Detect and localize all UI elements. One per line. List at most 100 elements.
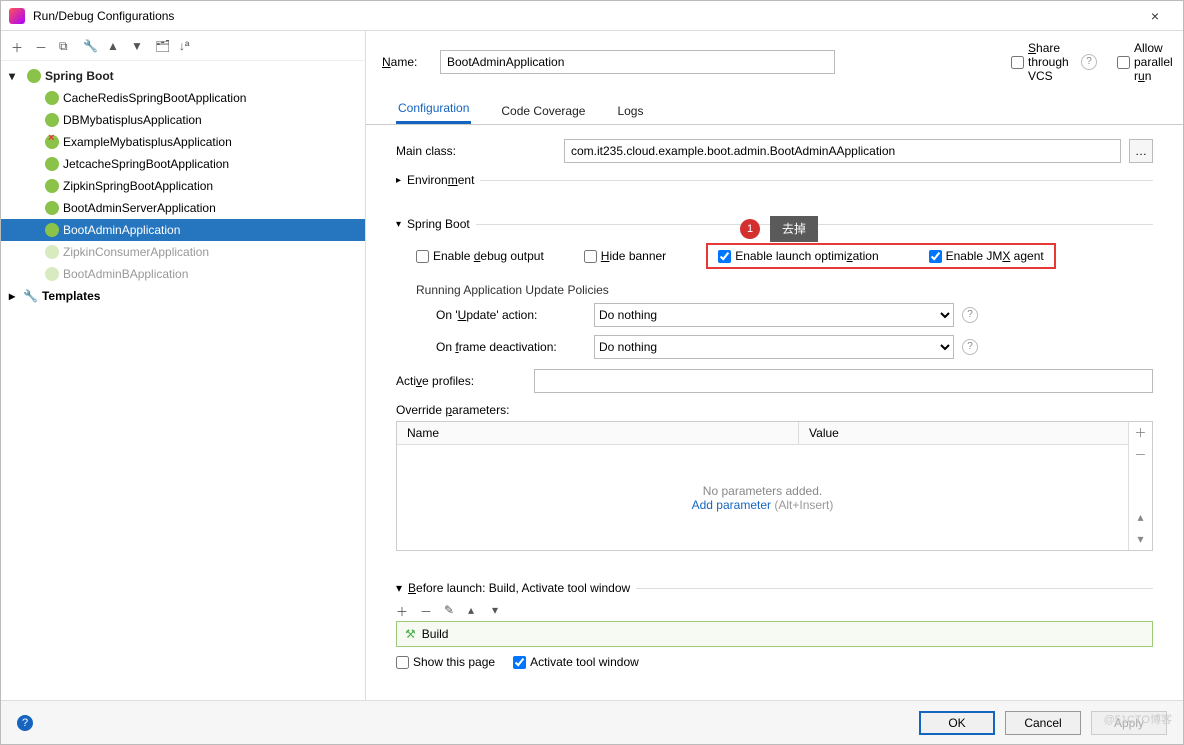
annotation-callout: 1 去掉	[740, 216, 818, 242]
chevron-down-icon[interactable]: ▾	[396, 581, 402, 595]
spring-icon-error	[45, 135, 59, 149]
on-update-select[interactable]: Do nothing	[594, 303, 954, 327]
on-update-label: On 'Update' action:	[436, 308, 586, 322]
spring-icon	[45, 267, 59, 281]
tree-item[interactable]: CacheRedisSpringBootApplication	[1, 87, 365, 109]
tree-item[interactable]: BootAdminServerApplication	[1, 197, 365, 219]
tree-item[interactable]: ZipkinSpringBootApplication	[1, 175, 365, 197]
up-icon[interactable]: ▲	[107, 39, 121, 53]
param-up-icon[interactable]: ▴	[1129, 506, 1152, 528]
remove-icon[interactable]: －	[35, 39, 49, 53]
params-table: Name Value No parameters added. Add para…	[396, 421, 1153, 551]
help-icon[interactable]: ?	[962, 307, 978, 323]
add-parameter-link[interactable]: Add parameter (Alt+Insert)	[692, 498, 834, 512]
tree-item[interactable]: ExampleMybatisplusApplication	[1, 131, 365, 153]
ok-button[interactable]: OK	[919, 711, 995, 735]
enable-jmx-checkbox[interactable]: Enable JMX agent	[929, 249, 1044, 263]
active-profiles-label: Active profiles:	[396, 374, 526, 388]
spring-icon	[45, 201, 59, 215]
copy-icon[interactable]: ⧉	[59, 39, 73, 53]
policies-title: Running Application Update Policies	[396, 279, 1153, 303]
allow-parallel-checkbox[interactable]: Allow parallel run	[1117, 41, 1167, 83]
param-remove-icon[interactable]: －	[1129, 444, 1152, 466]
spring-icon	[45, 245, 59, 259]
override-params-label: Override parameters:	[396, 403, 1153, 417]
tree-root-spring-boot[interactable]: ▾ Spring Boot	[1, 65, 365, 87]
tab-logs[interactable]: Logs	[615, 98, 645, 124]
annotation-label: 去掉	[770, 216, 818, 242]
hammer-icon: ⚒	[405, 627, 416, 641]
tree-item[interactable]: BootAdminBApplication	[1, 263, 365, 285]
tree-templates[interactable]: ▸ 🔧 Templates	[1, 285, 365, 307]
dialog-footer: ? OK Cancel Apply	[1, 700, 1183, 744]
app-icon	[9, 8, 25, 24]
remove-icon[interactable]: －	[420, 603, 434, 617]
left-panel: ＋ － ⧉ 🔧 ▲ ▼ 🗂 ↓ª ▾ Spring Boot CacheRedi…	[1, 31, 366, 700]
chevron-right-icon[interactable]: ▸	[396, 175, 401, 186]
edit-icon[interactable]: ✎	[444, 603, 458, 617]
before-launch-header[interactable]: ▾ Before launch: Build, Activate tool wi…	[396, 581, 1153, 595]
down-icon[interactable]: ▼	[131, 39, 145, 53]
section-environment[interactable]: ▸ Environment	[396, 173, 1153, 187]
hide-banner-checkbox[interactable]: Hide banner	[584, 249, 666, 263]
help-icon[interactable]: ?	[1081, 54, 1097, 70]
main-class-label: Main class:	[396, 144, 556, 158]
browse-button[interactable]: …	[1129, 139, 1153, 163]
chevron-right-icon[interactable]: ▸	[9, 289, 23, 303]
spring-boot-icon	[27, 69, 41, 83]
before-launch-item[interactable]: ⚒ Build	[396, 621, 1153, 647]
titlebar: Run/Debug Configurations ×	[1, 1, 1183, 31]
chevron-down-icon[interactable]: ▾	[9, 69, 23, 83]
down-icon[interactable]: ▾	[492, 603, 506, 617]
highlighted-options: Enable launch optimization Enable JMX ag…	[706, 243, 1056, 269]
spring-icon	[45, 91, 59, 105]
tree-item[interactable]: ZipkinConsumerApplication	[1, 241, 365, 263]
config-tree[interactable]: ▾ Spring Boot CacheRedisSpringBootApplic…	[1, 61, 365, 700]
up-icon[interactable]: ▴	[468, 603, 482, 617]
col-value: Value	[799, 422, 1128, 444]
col-name: Name	[397, 422, 799, 444]
param-down-icon[interactable]: ▾	[1129, 528, 1152, 550]
enable-debug-checkbox[interactable]: Enable debug output	[416, 249, 544, 263]
cancel-button[interactable]: Cancel	[1005, 711, 1081, 735]
right-panel: Name: Share through VCS ? Allow parallel…	[366, 31, 1183, 700]
spring-icon	[45, 113, 59, 127]
tree-item[interactable]: JetcacheSpringBootApplication	[1, 153, 365, 175]
folder-icon[interactable]: 🗂	[155, 39, 169, 53]
form-area: Main class: … ▸ Environment ▾ Spring Boo…	[366, 125, 1183, 700]
before-launch-toolbar: ＋ － ✎ ▴ ▾	[396, 601, 1153, 621]
name-label: Name:	[382, 55, 432, 69]
close-icon[interactable]: ×	[1135, 8, 1175, 24]
wrench-icon[interactable]: 🔧	[83, 39, 97, 53]
enable-launch-opt-checkbox[interactable]: Enable launch optimization	[718, 249, 878, 263]
add-icon[interactable]: ＋	[11, 39, 25, 53]
show-this-page-checkbox[interactable]: Show this page	[396, 655, 495, 669]
dialog-title: Run/Debug Configurations	[33, 9, 1135, 23]
activate-tool-checkbox[interactable]: Activate tool window	[513, 655, 639, 669]
spring-icon	[45, 223, 59, 237]
config-toolbar: ＋ － ⧉ 🔧 ▲ ▼ 🗂 ↓ª	[1, 31, 365, 61]
no-params-text: No parameters added.	[703, 484, 822, 498]
spring-icon	[45, 179, 59, 193]
tab-coverage[interactable]: Code Coverage	[499, 98, 587, 124]
spring-icon	[45, 157, 59, 171]
tree-item[interactable]: DBMybatisplusApplication	[1, 109, 365, 131]
share-vcs-checkbox[interactable]: Share through VCS	[1011, 41, 1061, 83]
tree-item-selected[interactable]: BootAdminApplication	[1, 219, 365, 241]
tab-configuration[interactable]: Configuration	[396, 95, 471, 124]
tabs: Configuration Code Coverage Logs	[366, 93, 1183, 125]
on-frame-label: On frame deactivation:	[436, 340, 586, 354]
name-bar: Name: Share through VCS ? Allow parallel…	[366, 31, 1183, 93]
chevron-down-icon[interactable]: ▾	[396, 219, 401, 230]
active-profiles-input[interactable]	[534, 369, 1153, 393]
annotation-number: 1	[740, 219, 760, 239]
on-frame-select[interactable]: Do nothing	[594, 335, 954, 359]
main-class-input[interactable]	[564, 139, 1121, 163]
help-icon[interactable]: ?	[962, 339, 978, 355]
param-add-icon[interactable]: ＋	[1129, 422, 1152, 444]
add-icon[interactable]: ＋	[396, 603, 410, 617]
help-button[interactable]: ?	[17, 715, 33, 731]
sort-icon[interactable]: ↓ª	[179, 39, 193, 53]
name-input[interactable]	[440, 50, 835, 74]
apply-button[interactable]: Apply	[1091, 711, 1167, 735]
